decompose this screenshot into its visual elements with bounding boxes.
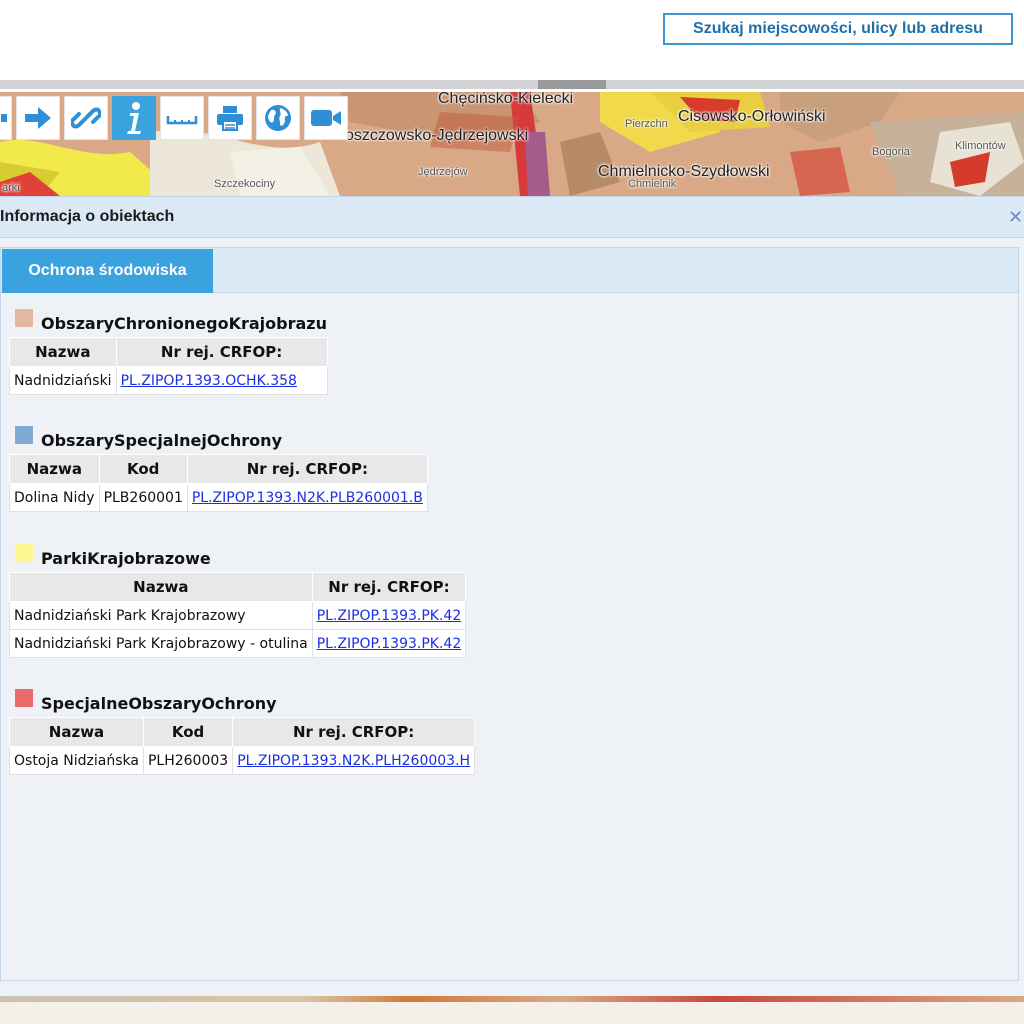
- table-row: Nadnidziański Park Krajobrazowy - otulin…: [9, 629, 467, 658]
- column-header: Nazwa: [9, 454, 100, 484]
- globe-icon: [265, 105, 291, 131]
- map-label: Jędrzejów: [418, 166, 468, 178]
- map-label: oszczowsko-Jędrzejowski: [345, 127, 529, 144]
- column-header: Nazwa: [9, 337, 117, 367]
- top-bar: Szukaj miejscowości, ulicy lub adresu: [0, 0, 1024, 80]
- layer-color-swatch: [15, 689, 33, 707]
- column-header: Nr rej. CRFOP:: [311, 572, 467, 602]
- info-tool-button[interactable]: [112, 96, 156, 140]
- table-cell: PL.ZIPOP.1393.N2K.PLB260001.B: [186, 483, 428, 512]
- column-header: Nr rej. CRFOP:: [186, 454, 428, 484]
- table-row: Nadnidziański PL.ZIPOP.1393.OCHK.358: [9, 366, 328, 395]
- tab-bar: Ochrona środowiska: [0, 247, 1019, 293]
- map-label: Pierzchn: [625, 118, 668, 130]
- map-splitter[interactable]: [0, 80, 1024, 89]
- footer: [0, 1002, 1024, 1024]
- map-label: arki: [2, 182, 20, 194]
- arrow-left-icon: [0, 114, 7, 122]
- table-header-row: Nazwa Nr rej. CRFOP:: [9, 572, 467, 602]
- attribute-table: Nazwa Kod Nr rej. CRFOP: Ostoja Nidziańs…: [9, 717, 476, 775]
- map-label: Chmielnicko-Szydłowski: [598, 163, 770, 180]
- table-row: Dolina Nidy PLB260001 PL.ZIPOP.1393.N2K.…: [9, 483, 428, 512]
- table-header-row: Nazwa Kod Nr rej. CRFOP:: [9, 717, 476, 747]
- search-location-button[interactable]: Szukaj miejscowości, ulicy lub adresu: [663, 13, 1013, 45]
- column-header: Nr rej. CRFOP:: [115, 337, 328, 367]
- column-header: Nr rej. CRFOP:: [232, 717, 476, 747]
- attribute-table: Nazwa Kod Nr rej. CRFOP: Dolina Nidy PLB…: [9, 454, 428, 512]
- map-label: Szczekociny: [214, 178, 276, 190]
- crfop-link[interactable]: PL.ZIPOP.1393.N2K.PLB260001.B: [192, 490, 423, 506]
- layer-title: ParkiKrajobrazowe: [41, 549, 211, 568]
- table-cell: PL.ZIPOP.1393.PK.42: [311, 629, 467, 658]
- tab-ochrona-srodowiska[interactable]: Ochrona środowiska: [2, 249, 213, 293]
- layer-header: SpecjalneObszaryOchrony: [9, 687, 475, 713]
- layer-section: ParkiKrajobrazowe Nazwa Nr rej. CRFOP: N…: [9, 542, 467, 658]
- video-icon: [311, 110, 341, 126]
- layer-header: ParkiKrajobrazowe: [9, 542, 466, 568]
- panel-title: Informacja o obiektach: [0, 208, 175, 225]
- table-row: Ostoja Nidziańska PLH260003 PL.ZIPOP.139…: [9, 746, 476, 775]
- column-header: Kod: [142, 717, 234, 747]
- column-header: Nazwa: [9, 572, 313, 602]
- panel-header: Informacja o obiektach ✕: [0, 196, 1024, 238]
- globe-button[interactable]: [256, 96, 300, 140]
- tab-content: ObszaryChronionegoKrajobrazu Nazwa Nr re…: [0, 293, 1019, 981]
- measure-icon: [166, 116, 198, 125]
- crfop-link[interactable]: PL.ZIPOP.1393.OCHK.358: [121, 373, 297, 389]
- map-toolbar: [0, 96, 348, 142]
- table-header-row: Nazwa Nr rej. CRFOP:: [9, 337, 328, 367]
- link-button[interactable]: [64, 96, 108, 140]
- layer-title: ObszarySpecjalnejOchrony: [41, 431, 282, 450]
- arrow-right-icon: [25, 107, 51, 129]
- print-button[interactable]: [208, 96, 252, 140]
- layer-color-swatch: [15, 544, 33, 562]
- crfop-link[interactable]: PL.ZIPOP.1393.PK.42: [317, 636, 462, 652]
- layer-header: ObszarySpecjalnejOchrony: [9, 424, 428, 450]
- column-header: Nazwa: [9, 717, 144, 747]
- table-cell: Ostoja Nidziańska: [9, 746, 144, 775]
- layer-section: ObszaryChronionegoKrajobrazu Nazwa Nr re…: [9, 307, 328, 395]
- table-cell: Dolina Nidy: [9, 483, 100, 512]
- table-row: Nadnidziański Park Krajobrazowy PL.ZIPOP…: [9, 601, 467, 630]
- link-icon: [71, 107, 101, 129]
- layer-section: SpecjalneObszaryOchrony Nazwa Kod Nr rej…: [9, 687, 476, 775]
- layer-color-swatch: [15, 426, 33, 444]
- splitter-handle[interactable]: [538, 80, 606, 89]
- layer-header: ObszaryChronionegoKrajobrazu: [9, 307, 328, 333]
- layer-color-swatch: [15, 309, 33, 327]
- map-label: Klimontów: [955, 140, 1006, 152]
- table-cell: Nadnidziański Park Krajobrazowy: [9, 601, 313, 630]
- table-header-row: Nazwa Kod Nr rej. CRFOP:: [9, 454, 428, 484]
- map-label: Cisowsko-Orłowiński: [678, 108, 826, 125]
- table-cell: PLH260003: [142, 746, 234, 775]
- table-cell: Nadnidziański Park Krajobrazowy - otulin…: [9, 629, 313, 658]
- column-header: Kod: [98, 454, 188, 484]
- table-cell: PLB260001: [98, 483, 188, 512]
- attribute-table: Nazwa Nr rej. CRFOP: Nadnidziański PL.ZI…: [9, 337, 328, 395]
- layer-title: ObszaryChronionegoKrajobrazu: [41, 314, 327, 333]
- print-icon: [217, 106, 243, 131]
- video-button[interactable]: [304, 96, 348, 140]
- crfop-link[interactable]: PL.ZIPOP.1393.N2K.PLH260003.H: [237, 753, 470, 769]
- layer-title: SpecjalneObszaryOchrony: [41, 694, 277, 713]
- object-info-panel: Informacja o obiektach ✕ Ochrona środowi…: [0, 196, 1024, 1000]
- table-cell: Nadnidziański: [9, 366, 117, 395]
- pan-left-button[interactable]: [0, 96, 12, 140]
- measure-button[interactable]: [160, 96, 204, 140]
- table-cell: PL.ZIPOP.1393.OCHK.358: [115, 366, 328, 395]
- map-label: Bogoria: [872, 146, 910, 158]
- map-label: Chmielnik: [628, 178, 677, 190]
- info-icon: [127, 102, 141, 134]
- map-label: Chęcińsko-Kielecki: [438, 92, 574, 107]
- table-cell: PL.ZIPOP.1393.PK.42: [311, 601, 467, 630]
- table-cell: PL.ZIPOP.1393.N2K.PLH260003.H: [232, 746, 476, 775]
- close-icon[interactable]: ✕: [1008, 207, 1023, 228]
- forward-button[interactable]: [16, 96, 60, 140]
- crfop-link[interactable]: PL.ZIPOP.1393.PK.42: [317, 608, 462, 624]
- layer-section: ObszarySpecjalnejOchrony Nazwa Kod Nr re…: [9, 424, 428, 512]
- attribute-table: Nazwa Nr rej. CRFOP: Nadnidziański Park …: [9, 572, 467, 658]
